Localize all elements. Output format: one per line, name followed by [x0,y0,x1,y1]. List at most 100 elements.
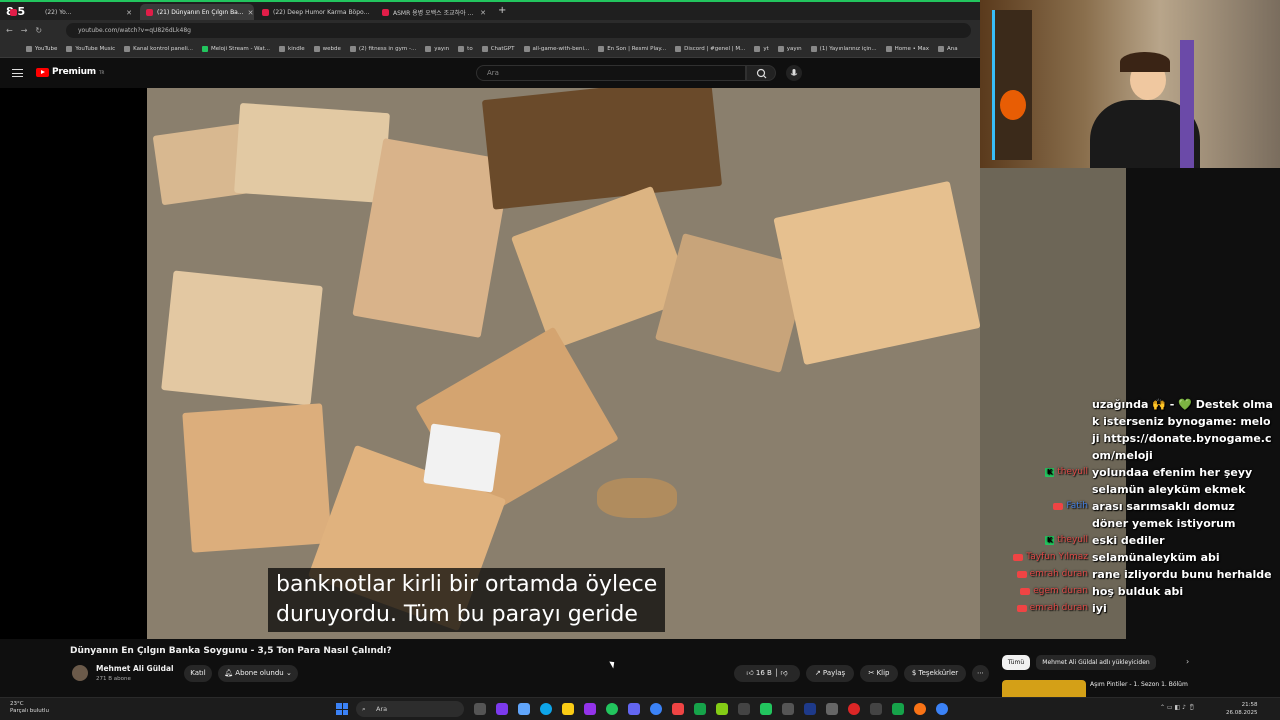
bookmark-item[interactable]: YouTube [26,46,57,52]
chat-username: egem duran [1033,586,1088,596]
back-icon[interactable]: ← [6,26,13,35]
voice-search-button[interactable] [786,65,802,81]
app-icon[interactable] [716,703,728,715]
search-icon: ⌕ [362,705,366,713]
bookmark-item[interactable]: (2) fitness in gym -... [349,46,416,52]
video-player[interactable] [147,88,980,639]
bookmark-item[interactable]: to [458,46,473,52]
app-icon[interactable] [738,703,750,715]
discord-icon[interactable] [628,703,640,715]
tab-3[interactable]: (22) Deep Humor Karma Böpo... ✕ [256,4,374,21]
weather-widget[interactable]: 23°C Parçalı bulutlu [10,701,49,715]
app-icon[interactable] [870,703,882,715]
chat-message: Fatih selamün aleyküm ekmek arası sarıms… [1000,481,1275,532]
like-count: 16 B [755,669,772,677]
bookmark-item[interactable]: Kanal kontrol paneli... [124,46,193,52]
youtube-favicon-icon [382,9,389,16]
bookmark-item[interactable]: all-game-with-beni... [523,46,589,52]
reload-icon[interactable]: ↻ [35,26,42,35]
bookmark-item[interactable]: Meloji Stream - Wat... [201,46,270,52]
like-dislike-group[interactable]: 👍︎ 16 B │ 👎︎ [734,665,800,682]
close-icon[interactable]: ✕ [373,9,374,17]
browser-tab-strip: 8 5 (22) Yo... ✕ (21) Dünyanın En Çılgın… [0,0,980,21]
kick-app-icon[interactable] [760,703,772,715]
video-letterbox [0,88,147,639]
clip-button[interactable]: ✂ Klip [860,665,898,682]
xbox-icon[interactable] [892,703,904,715]
youtube-icon [1013,554,1024,561]
chat-message: Tayfun Yılmaz selamünaleyküm abi [1000,549,1275,566]
close-icon[interactable]: ✕ [480,9,486,17]
firefox-icon[interactable] [914,703,926,715]
tab-2-active[interactable]: (21) Dünyanın En Çılgın Ba... ✕ [140,4,254,21]
bookmark-item[interactable]: ChatGPT [481,46,515,52]
system-clock[interactable]: 21:58 26.08.2025 [1226,701,1258,717]
bookmark-item[interactable]: yt [754,46,769,52]
chat-username: emrah duran [1029,603,1088,613]
bookmark-item[interactable]: yayın [777,46,802,52]
bookmark-item[interactable]: En Son | Resmi Play... [598,46,666,52]
thumbs-up-icon[interactable]: 👍︎ [746,669,756,677]
edge-browser-icon[interactable] [540,703,552,715]
taskbar-search-input[interactable]: ⌕ Ara [356,701,464,717]
bookmark-item[interactable]: yayın [425,46,449,52]
app-icon[interactable] [826,703,838,715]
bookmark-item[interactable]: webde [313,46,341,52]
search-input[interactable]: Ara [476,65,746,81]
forward-icon[interactable]: → [21,26,28,35]
search-button[interactable] [746,65,776,81]
widgets-icon[interactable] [518,703,530,715]
thumbs-down-icon[interactable]: │ 👎︎ [772,669,788,677]
more-actions-button[interactable]: ⋯ [972,665,989,682]
mouse-cursor-icon [609,659,617,669]
app-icon[interactable] [650,703,662,715]
chat-text: hoş bulduk abi [1092,585,1184,598]
app-icon[interactable] [782,703,794,715]
tray-icons[interactable]: ⌃ ▭ ◧ ♪ 🔋︎ [1160,704,1195,711]
chrome-icon[interactable] [606,703,618,715]
bookmark-item[interactable]: YouTube Music [66,46,115,52]
bookmark-item[interactable]: Discord | #genel | M... [675,46,745,52]
steam-icon[interactable] [804,703,816,715]
channel-name[interactable]: Mehmet Ali Güldal [96,664,174,673]
weather-desc: Parçalı bulutlu [10,708,49,714]
teams-icon[interactable] [496,703,508,715]
youtube-premium-logo[interactable]: Premium TR [36,67,104,77]
more-icon: ⋯ [977,669,984,677]
app-icon[interactable] [936,703,948,715]
chevron-right-icon[interactable]: › [1186,657,1189,666]
chip-all[interactable]: Tümü [1002,655,1030,670]
share-button[interactable]: ↗ Paylaş [806,665,854,682]
bookmark-item[interactable]: (1) Yayınlarınız için... [810,46,877,52]
subscribed-button[interactable]: 🔔︎ Abone olundu ⌄ [218,665,298,682]
close-icon[interactable]: ✕ [126,9,132,17]
app-icon[interactable] [848,703,860,715]
hamburger-menu-icon[interactable] [12,69,23,77]
paper-image [423,423,501,493]
bookmark-item[interactable]: Home • Max [885,46,929,52]
url-input[interactable]: youtube.com/watch?v=qU826dLk48g [66,23,971,38]
app-icon[interactable] [694,703,706,715]
file-explorer-icon[interactable] [562,703,574,715]
subtitle-line: duruyordu. Tüm bu parayı geride [276,602,638,627]
youtube-icon [1053,503,1064,510]
thanks-button[interactable]: $ Teşekkürler [904,665,966,682]
recommendation-title[interactable]: Aşım Pintiler - 1. Sezon 1. Bölüm [1090,681,1188,688]
ball-image [1000,90,1026,120]
app-icon[interactable] [672,703,684,715]
windows-start-icon[interactable] [336,703,348,715]
chip-from-channel[interactable]: Mehmet Ali Güldal adlı yükleyiciden [1036,655,1156,670]
shelf-image [992,10,1032,160]
bookmark-item[interactable]: kindle [279,46,305,52]
stream-chat: uzağında 🙌 - 💚 Destek olmak isterseniz b… [1000,396,1275,617]
join-button[interactable]: Katıl [184,665,212,682]
visual-studio-icon[interactable] [584,703,596,715]
tab-1[interactable]: (22) Yo... ✕ [4,4,138,21]
bookmark-item[interactable]: Ana [937,46,958,52]
task-view-icon[interactable] [474,703,486,715]
close-icon[interactable]: ✕ [248,9,254,17]
youtube-favicon-icon [262,9,269,16]
channel-avatar[interactable] [72,665,88,681]
tab-4[interactable]: ASMR 용병 오백스 조교하아 ... ✕ [376,4,492,21]
new-tab-button[interactable]: + [498,5,506,16]
